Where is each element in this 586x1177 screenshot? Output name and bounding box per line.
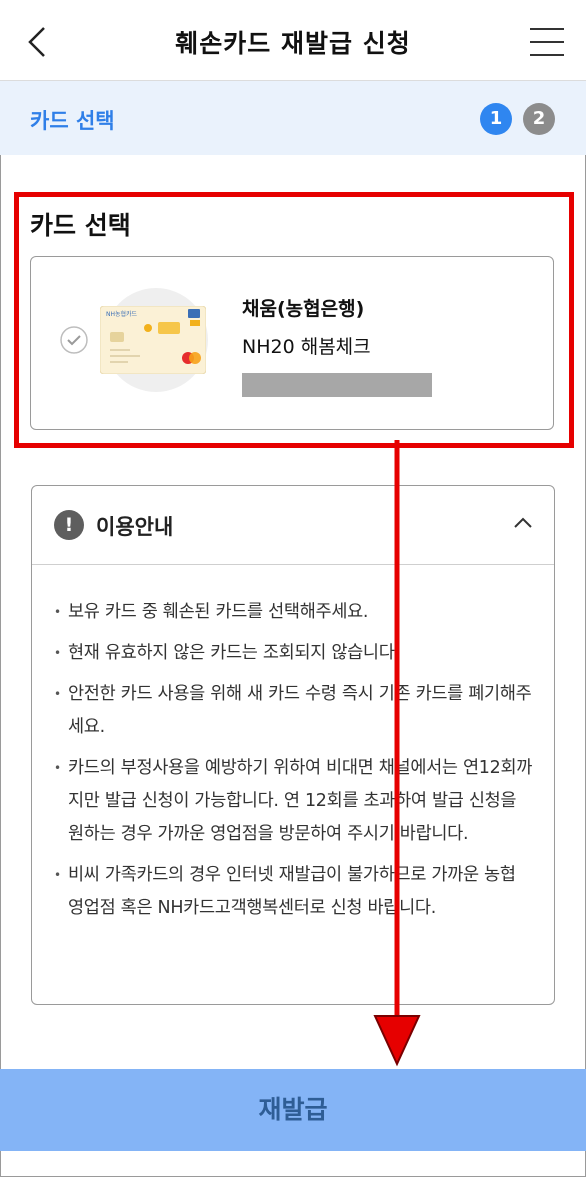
info-note: 보유 카드 중 훼손된 카드를 선택해주세요.: [54, 596, 534, 629]
info-note: 안전한 카드 사용을 위해 새 카드 수령 즉시 기존 카드를 폐기해주세요.: [54, 678, 534, 744]
step-1-badge: 1: [480, 103, 512, 135]
info-note: 카드의 부정사용을 예방하기 위하여 비대면 채널에서는 연12회까지만 발급 …: [54, 752, 534, 851]
step-2-badge: 2: [523, 103, 555, 135]
info-title: 이용안내: [96, 515, 174, 539]
info-note: 현재 유효하지 않은 카드는 조회되지 않습니다.: [54, 637, 534, 670]
hamburger-menu-icon[interactable]: [530, 28, 564, 56]
info-note: 비씨 가족카드의 경우 인터넷 재발급이 불가하므로 가까운 농협 영업점 혹은…: [54, 859, 534, 925]
chevron-up-icon[interactable]: [512, 512, 534, 534]
exclamation-icon: !: [54, 510, 84, 540]
page-title: 훼손카드 재발급 신청: [175, 29, 411, 58]
reissue-button[interactable]: 재발급: [0, 1069, 586, 1151]
info-notes-list: 보유 카드 중 훼손된 카드를 선택해주세요. 현재 유효하지 않은 카드는 조…: [54, 596, 534, 933]
step-label: 카드 선택: [30, 109, 115, 133]
info-panel: ! 이용안내 보유 카드 중 훼손된 카드를 선택해주세요. 현재 유효하지 않…: [31, 485, 555, 1005]
info-panel-header[interactable]: ! 이용안내: [32, 486, 554, 565]
annotation-highlight-box: [14, 192, 574, 448]
step-indicator-bar: 카드 선택 1 2: [0, 81, 586, 155]
app-header: 훼손카드 재발급 신청: [0, 0, 586, 81]
